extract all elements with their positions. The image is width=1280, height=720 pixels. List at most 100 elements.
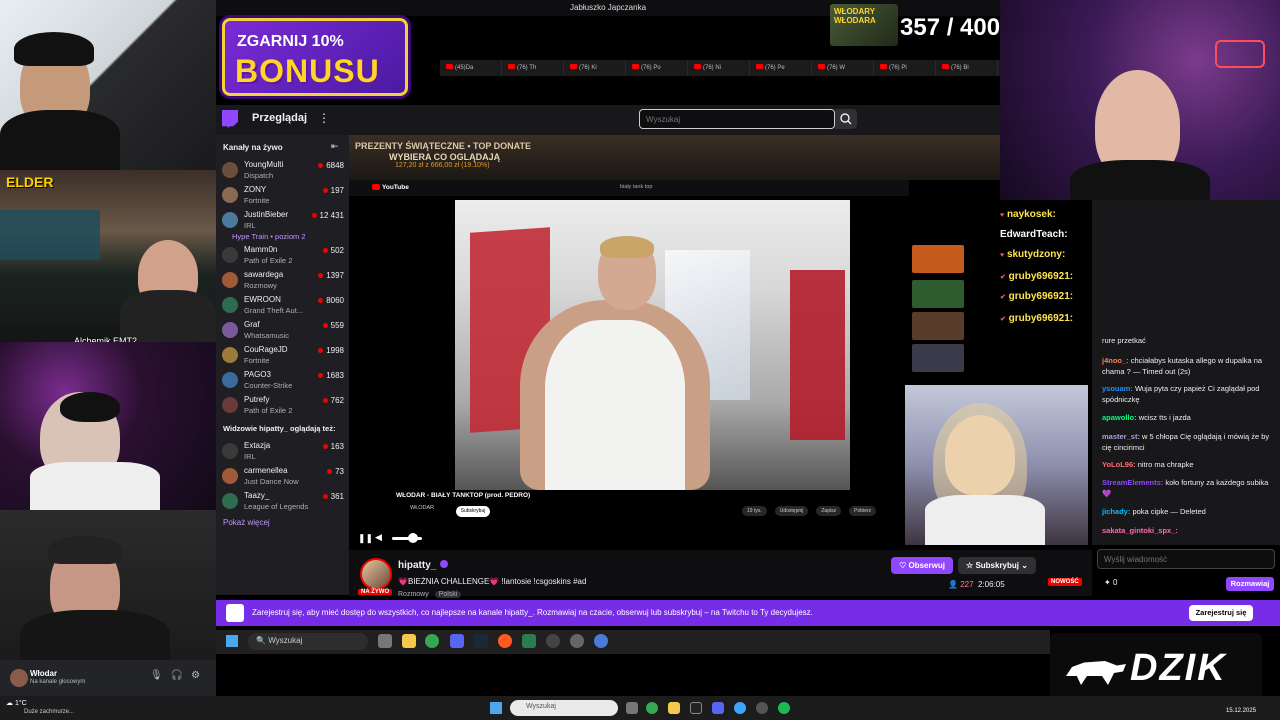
promo-banner[interactable]: ZGARNIJ 10% BONUSU bbox=[222, 18, 408, 96]
channel-avatar bbox=[222, 347, 238, 363]
sidebar-channel[interactable]: PAGO3 Counter-Strike 1683 bbox=[222, 370, 346, 394]
streamer-avatar[interactable] bbox=[360, 558, 392, 590]
channel-viewers: 1683 bbox=[318, 371, 344, 380]
browser-tab[interactable]: (76) Pe bbox=[750, 60, 812, 76]
steam-icon[interactable] bbox=[474, 634, 488, 648]
follow-button[interactable]: ♡ Obserwuj bbox=[891, 557, 953, 574]
channel-avatar bbox=[222, 187, 238, 203]
browser-tab[interactable]: (76) Ki bbox=[564, 60, 626, 76]
channel-viewers: 8060 bbox=[318, 296, 344, 305]
channel-points[interactable]: ✦ 0 bbox=[1104, 578, 1117, 587]
weather-temp[interactable]: ☁ 1°C bbox=[6, 699, 27, 707]
chat-username[interactable]: StreamElements: bbox=[1102, 478, 1163, 487]
discord-icon[interactable] bbox=[450, 634, 464, 648]
sidebar-channel[interactable]: Taazy_ League of Legends 361 bbox=[222, 491, 346, 515]
chat-username[interactable]: YoLoL96: bbox=[1102, 460, 1136, 469]
sidebar-channel[interactable]: YoungMulti Dispatch 6848 bbox=[222, 160, 346, 184]
browse-link[interactable]: Przeglądaj bbox=[252, 112, 307, 124]
sidebar-channel[interactable]: sawardega Rozmowy 1397 bbox=[222, 270, 346, 294]
more-options-icon[interactable]: ⋮ bbox=[318, 111, 330, 125]
chrome-icon[interactable] bbox=[646, 702, 658, 714]
pause-icon[interactable]: ❚❚ bbox=[358, 533, 373, 544]
sidebar-channel[interactable]: Putrefy Path of Exile 2 762 bbox=[222, 395, 346, 419]
download-button[interactable]: Pobierz bbox=[849, 506, 877, 516]
channel-name: Putrefy bbox=[244, 395, 270, 404]
sidebar-channel[interactable]: Mamm0n Path of Exile 2 502 bbox=[222, 245, 346, 269]
task-view-icon[interactable] bbox=[626, 702, 638, 714]
register-button[interactable]: Zarejestruj się bbox=[1189, 605, 1253, 621]
explorer-icon[interactable] bbox=[668, 702, 680, 714]
gear-icon[interactable]: ⚙ bbox=[191, 670, 208, 681]
chat-username[interactable]: apawollo: bbox=[1102, 413, 1137, 422]
browser-tab[interactable]: (45)Da bbox=[440, 60, 502, 76]
discord-controls: 🎙🎧⚙ bbox=[150, 670, 208, 681]
chat-input[interactable] bbox=[1097, 549, 1275, 569]
search-input[interactable] bbox=[639, 109, 835, 129]
chat-message: j4noo_: chciałabys kutaska allego w dupa… bbox=[1102, 355, 1274, 377]
browser-tab[interactable]: (76) Ni bbox=[688, 60, 750, 76]
browser-tab[interactable]: (76) Pl bbox=[874, 60, 936, 76]
chat-send-button[interactable]: Rozmawiaj bbox=[1226, 577, 1274, 591]
channel-category: Grand Theft Aut... bbox=[244, 306, 304, 315]
boar-icon bbox=[1066, 661, 1126, 685]
spotify-icon[interactable] bbox=[778, 702, 790, 714]
sidebar-channel[interactable]: ZONY Fortnite 197 bbox=[222, 185, 346, 209]
volume-icon[interactable]: ◀ bbox=[375, 532, 382, 543]
language-tag[interactable]: Polski bbox=[434, 591, 462, 598]
chat-username[interactable]: sakata_gintoki_spx_: bbox=[1102, 526, 1178, 535]
browser-tab[interactable]: (76) Bi bbox=[936, 60, 998, 76]
obs-icon[interactable] bbox=[546, 634, 560, 648]
app-icon[interactable] bbox=[498, 634, 512, 648]
browser-tab[interactable]: (76) W bbox=[812, 60, 874, 76]
app-icon[interactable] bbox=[522, 634, 536, 648]
chat-username[interactable]: j4noo_: bbox=[1102, 356, 1129, 365]
youtube-search[interactable]: biały tank top bbox=[620, 184, 652, 190]
sidebar-channel[interactable]: CouRageJD Fortnite 1998 bbox=[222, 345, 346, 369]
browser-tab[interactable]: (76) Th bbox=[502, 60, 564, 76]
settings-app-icon[interactable] bbox=[570, 634, 584, 648]
chat-username[interactable]: jichady: bbox=[1102, 507, 1130, 516]
chat-username[interactable]: master_st: bbox=[1102, 432, 1140, 441]
taskbar-search[interactable]: Wyszukaj bbox=[510, 700, 618, 716]
save-button[interactable]: Zapisz bbox=[816, 506, 842, 516]
terminal-icon[interactable] bbox=[690, 702, 702, 714]
collapse-icon[interactable]: ⇤ bbox=[331, 141, 339, 152]
explorer-icon[interactable] bbox=[402, 634, 416, 648]
sidebar-channel[interactable]: EWROON Grand Theft Aut... 8060 bbox=[222, 295, 346, 319]
inner-search[interactable]: 🔍 Wyszukaj bbox=[248, 633, 368, 650]
channel-avatar bbox=[222, 468, 238, 484]
task-view-icon[interactable] bbox=[378, 634, 392, 648]
youtube-logo[interactable]: YouTube bbox=[372, 184, 409, 191]
like-button[interactable]: 19 tys. bbox=[742, 506, 767, 516]
app-icon[interactable] bbox=[594, 634, 608, 648]
share-button[interactable]: Udostępnij bbox=[774, 506, 809, 516]
app-icon[interactable] bbox=[734, 702, 746, 714]
browser-tab[interactable]: (76) Po bbox=[626, 60, 688, 76]
sidebar-channel[interactable]: carmenellea Just Dance Now 73 bbox=[222, 466, 346, 490]
stream-title: 💗BIEŻNIA CHALLENGE💗 !lantosie !csgoskins… bbox=[398, 577, 587, 586]
microphone-icon[interactable]: 🎙 bbox=[150, 670, 171, 681]
obs-icon[interactable] bbox=[756, 702, 768, 714]
windows-start-icon[interactable] bbox=[490, 702, 502, 714]
chrome-icon[interactable] bbox=[425, 634, 439, 648]
discord-avatar[interactable] bbox=[10, 669, 28, 687]
youtube-icon bbox=[508, 64, 515, 69]
search-button[interactable] bbox=[835, 109, 857, 129]
chat-username[interactable]: ysouam: bbox=[1102, 384, 1133, 393]
subscribe-button[interactable]: ☆ Subskrybuj ⌄ bbox=[958, 557, 1036, 574]
channel-category: Path of Exile 2 bbox=[244, 256, 293, 265]
youtube-icon bbox=[632, 64, 639, 69]
video-channel[interactable]: WŁODAR bbox=[410, 505, 434, 511]
category-link[interactable]: Rozmowy bbox=[398, 591, 429, 598]
show-more-link[interactable]: Pokaż więcej bbox=[223, 518, 270, 527]
sidebar-channel[interactable]: Extazja IRL 163 bbox=[222, 441, 346, 465]
volume-knob[interactable] bbox=[408, 533, 418, 543]
headphones-icon[interactable]: 🎧 bbox=[171, 670, 191, 681]
start-icon[interactable] bbox=[226, 635, 238, 647]
yt-subscribe-button[interactable]: Subskrybuj bbox=[456, 506, 490, 517]
twitch-header bbox=[216, 105, 1000, 135]
sidebar-channel[interactable]: Graf Whatsamusic 559 bbox=[222, 320, 346, 344]
sidebar-channel[interactable]: JustinBieber IRL 12 431 bbox=[222, 210, 346, 234]
streamer-name[interactable]: hipatty_ bbox=[398, 560, 436, 571]
discord-icon[interactable] bbox=[712, 702, 724, 714]
